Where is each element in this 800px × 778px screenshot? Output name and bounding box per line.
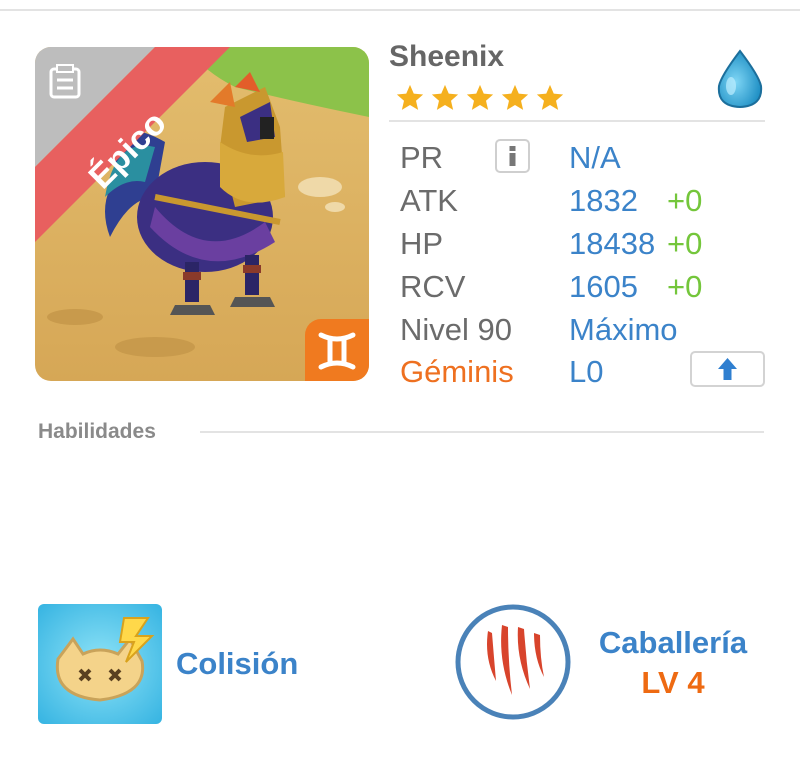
stat-label-pr: PR [400,140,444,175]
stat-value-zodiac: L0 [569,354,604,389]
zodiac-badge [305,319,369,381]
rarity-label: Épico [81,103,174,197]
stat-value-hp: 18438 [569,226,656,261]
arrow-up-icon [718,358,737,380]
document-icon [49,64,81,99]
star-rating [395,83,565,113]
stat-bonus-hp: +0 [667,226,703,261]
stat-label-hp: HP [400,226,444,261]
stat-label-level: Nivel 90 [400,312,512,347]
star-icon [396,84,424,110]
stat-label-atk: ATK [400,183,458,218]
star-icon [501,84,529,110]
stat-bonus-atk: +0 [667,183,703,218]
collision-skill-icon[interactable] [38,604,162,724]
stat-label-rcv: RCV [400,269,466,304]
abilities-section-title: Habilidades [38,420,156,443]
claw-marks-icon[interactable] [454,603,572,721]
star-icon [431,84,459,110]
star-icon [466,84,494,110]
info-icon [509,146,516,166]
stat-value-pr: N/A [569,140,621,175]
stat-bonus-rcv: +0 [667,269,703,304]
abilities-divider [200,431,764,433]
stat-value-atk: 1832 [569,183,638,218]
class-level: LV 4 [641,665,705,700]
stat-value-rcv: 1605 [569,269,638,304]
top-divider [0,9,800,11]
gemini-icon [318,332,356,370]
unit-portrait[interactable]: Épico [35,47,369,381]
unit-name: Sheenix [389,40,505,73]
upgrade-button[interactable] [690,351,765,387]
stat-label-zodiac: Géminis [400,354,514,389]
skill-name[interactable]: Colisión [176,646,298,682]
water-drop-icon [717,49,763,109]
info-button[interactable] [495,139,530,173]
stat-value-level: Máximo [569,312,678,347]
skill-artwork [38,604,162,724]
class-name: Caballería [598,625,748,660]
name-divider [389,120,765,122]
star-icon [536,84,564,110]
